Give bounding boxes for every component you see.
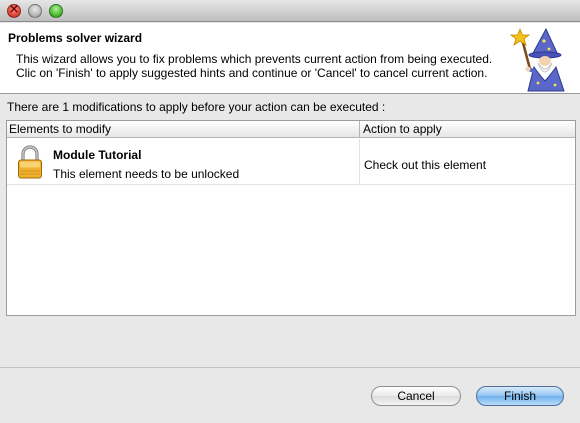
lock-icon — [18, 145, 42, 179]
finish-button[interactable]: Finish — [476, 386, 564, 406]
footer-divider — [0, 367, 580, 368]
description-line-2: Clic on 'Finish' to apply suggested hint… — [16, 66, 488, 80]
column-divider — [359, 139, 360, 185]
element-title: Module Tutorial — [53, 148, 142, 162]
wizard-description: This wizard allows you to fix problems w… — [16, 52, 516, 80]
close-icon[interactable] — [7, 2, 21, 18]
maximize-icon[interactable] — [49, 4, 63, 18]
title-bar — [0, 0, 580, 22]
page-title: Problems solver wizard — [8, 31, 143, 45]
description-line-1: This wizard allows you to fix problems w… — [16, 52, 493, 66]
minimize-icon[interactable] — [28, 4, 42, 18]
table-row[interactable]: Module Tutorial This element needs to be… — [7, 139, 575, 185]
column-header-elements[interactable]: Elements to modify — [7, 121, 359, 138]
wizard-banner: Problems solver wizard This wizard allow… — [0, 23, 580, 94]
action-to-apply: Check out this element — [364, 158, 487, 172]
modifications-info: There are 1 modifications to apply befor… — [7, 100, 386, 114]
cancel-button[interactable]: Cancel — [371, 386, 461, 406]
wizard-icon — [509, 27, 565, 92]
column-header-action[interactable]: Action to apply — [359, 121, 575, 138]
table-header: Elements to modify Action to apply — [7, 121, 575, 138]
element-description: This element needs to be unlocked — [53, 167, 240, 181]
modifications-table: Elements to modify Action to apply Modul… — [6, 120, 576, 316]
